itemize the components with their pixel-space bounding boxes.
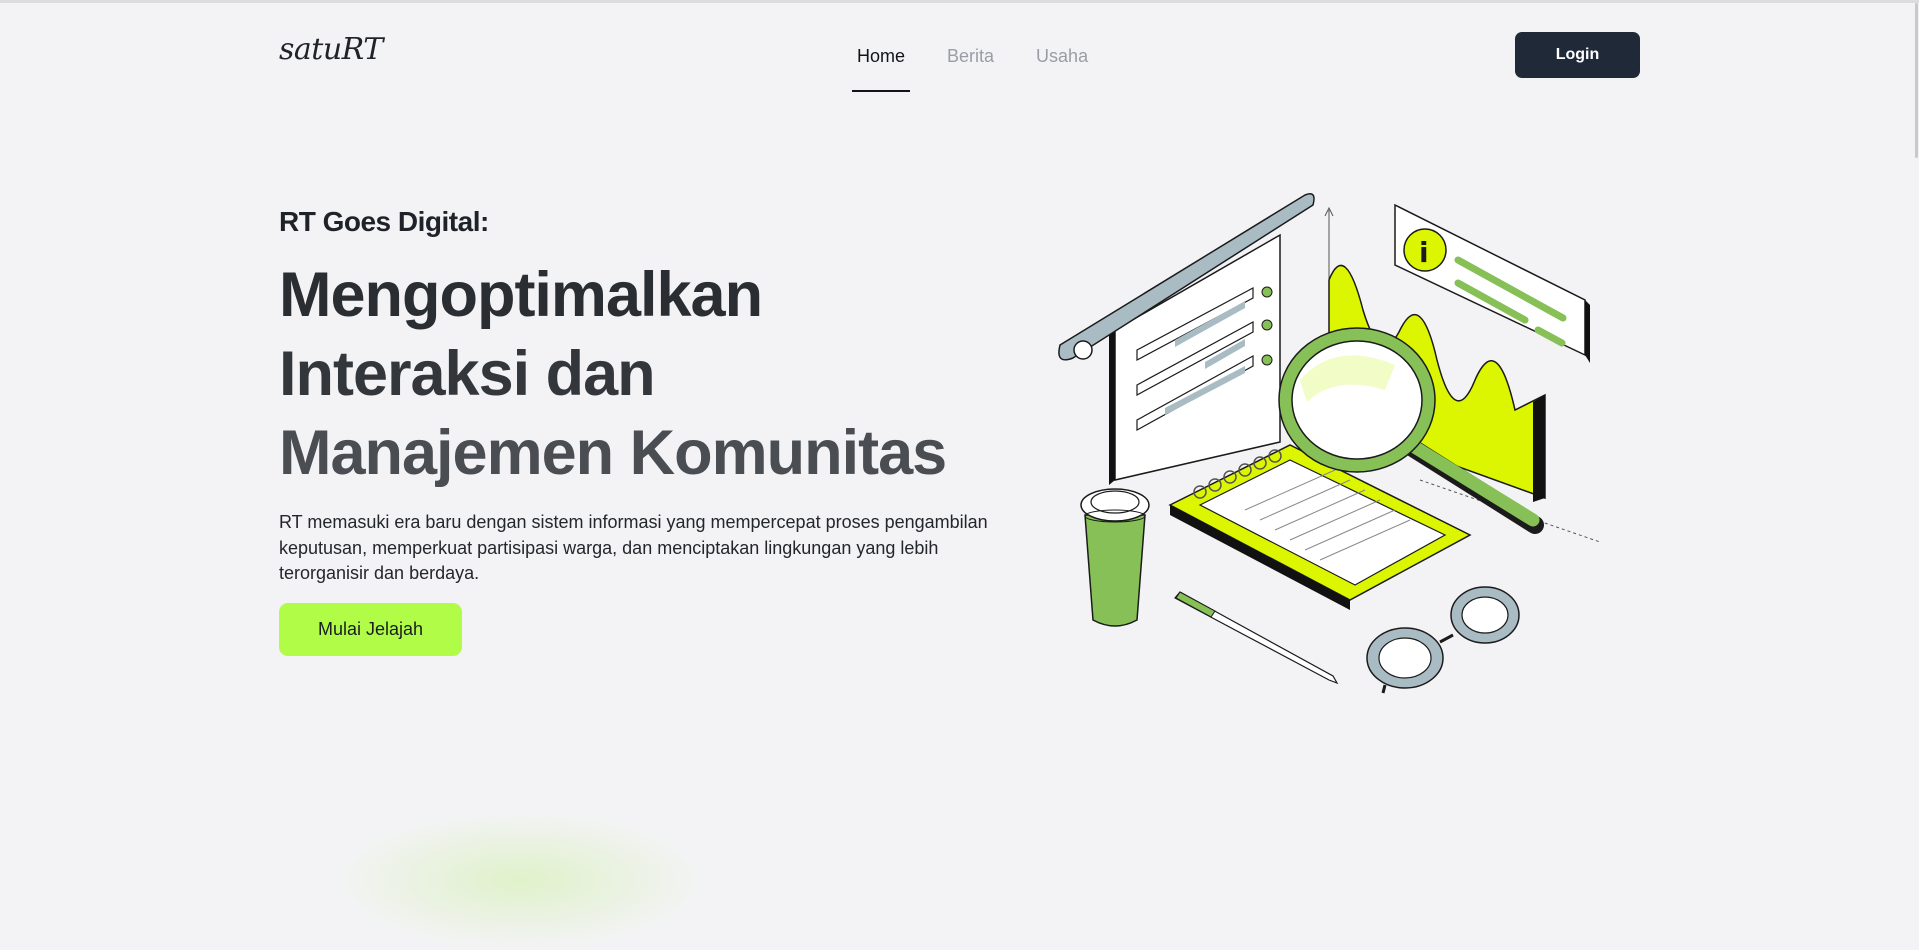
hero-eyebrow: RT Goes Digital: — [279, 206, 489, 237]
page-scrollbar[interactable] — [1913, 3, 1919, 923]
nav-item-home[interactable]: Home — [852, 32, 911, 92]
headline-line-1: Mengoptimalkan — [279, 260, 763, 330]
glasses-icon — [1366, 586, 1520, 694]
coffee-cup-icon — [1080, 488, 1150, 627]
nav-item-usaha[interactable]: Usaha — [1031, 32, 1093, 90]
notebook-icon — [1168, 444, 1472, 610]
pen-icon — [1174, 591, 1339, 685]
headline-line-2: Interaksi dan — [279, 339, 656, 409]
hero-headline: Mengoptimalkan Interaksi dan Manajemen K… — [279, 256, 1039, 493]
scrollbar-thumb[interactable] — [1915, 3, 1918, 158]
hero-description: RT memasuki era baru dengan sistem infor… — [279, 512, 988, 583]
svg-text:i: i — [1419, 236, 1429, 269]
browser-window-graphic — [1058, 193, 1315, 485]
nav-item-berita[interactable]: Berita — [942, 32, 999, 90]
main-nav: Home Berita Usaha — [852, 32, 1125, 92]
start-explore-button[interactable]: Mulai Jelajah — [279, 603, 462, 656]
headline-line-3: Manajemen Komunitas — [279, 418, 947, 488]
login-button[interactable]: Login — [1515, 32, 1640, 78]
decorative-glow — [330, 810, 710, 950]
data-analytics-illustration: i — [1058, 193, 1601, 694]
brand-logo[interactable]: satuRT — [279, 30, 383, 70]
top-border — [0, 0, 1919, 3]
